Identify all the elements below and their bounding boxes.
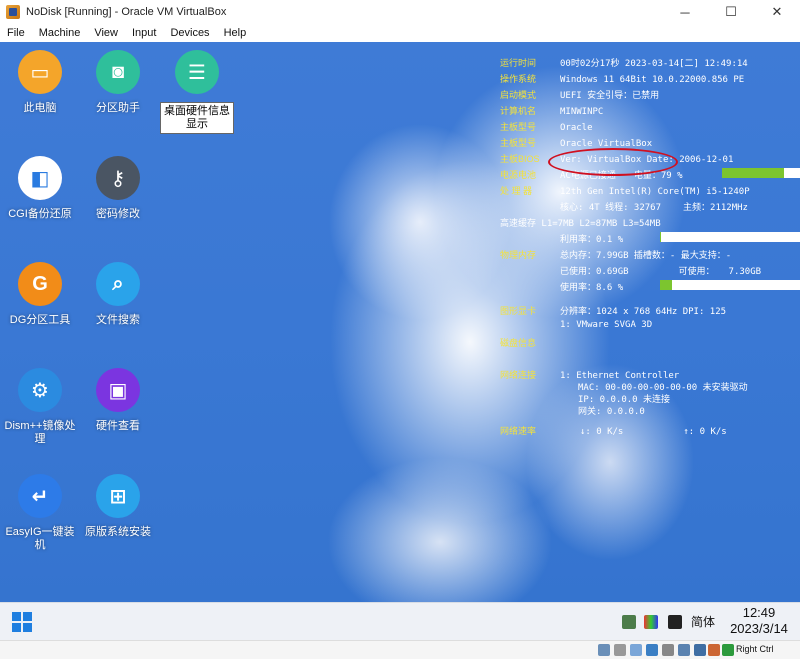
desktop-icon-label: 文件搜索 [96,314,140,326]
desktop-icon-label: EasyIG一键装机 [5,526,75,551]
desktop-icon-label: Dism++镜像处理 [4,420,76,445]
menu-devices[interactable]: Devices [163,27,216,39]
start-button[interactable] [12,612,32,632]
window-title: NoDisk [Running] - Oracle VM VirtualBox [26,6,227,18]
menu-file[interactable]: File [0,27,32,39]
info-motherboard: 主板型号 Oracle [500,122,593,133]
host-key-label: Right Ctrl [736,644,774,654]
windows-logo-icon [12,612,21,621]
windows-logo-icon: ⊞ [96,474,140,518]
virtualbox-app-icon [6,5,20,19]
minimize-button[interactable]: ─ [662,0,708,24]
tray-display-icon[interactable] [644,615,658,629]
info-memory-used: 已使用：0.69GB 可使用： 7.30GB [560,267,762,277]
desktop-icon-label: 原版系统安装 [85,526,151,538]
desktop-icon-password[interactable]: ⚷ 密码修改 [78,156,158,221]
close-button[interactable]: ✕ [754,0,800,24]
info-brand: 主板型号 Oracle VirtualBox [500,138,653,149]
red-annotation-circle [548,148,678,176]
info-memory: 物理内存 总内存：7.99GB 插槽数：- 最大支持：- [500,250,732,261]
recording-icon[interactable] [708,644,720,656]
desktop-icon-label: 分区助手 [96,102,140,114]
info-cores: 核心: 4T 线程: 32767 主频：2112MHz [560,203,748,213]
info-computer-name: 计算机名 MINWINPC [500,106,604,117]
desktop-icon-label: CGI备份还原 [8,208,72,220]
desktop-icon-label: DG分区工具 [9,314,71,326]
info-gpu: 图形显卡 分辨率：1024 x 768 64Hz DPI: 125 [500,306,727,317]
cpu-usage-bar [660,232,800,242]
key-icon: ⚷ [96,156,140,200]
gear-icon: ⚙ [18,368,62,412]
search-icon: ⌕ [96,262,140,306]
desktop-icon-label: 密码修改 [96,208,140,220]
menu-machine[interactable]: Machine [32,27,88,39]
menu-bar: File Machine View Input Devices Help [0,24,800,42]
desktop-icon-dg-partition[interactable]: G DG分区工具 [0,262,80,327]
menu-help[interactable]: Help [217,27,254,39]
memory-usage-bar-fill [660,280,673,290]
memory-usage-bar [660,280,800,290]
cgi-backup-icon: ◧ [18,156,62,200]
desktop-icon-label-selected: 桌面硬件信息显示 [160,102,234,134]
desktop-icon-partition-assistant[interactable]: ◙ 分区助手 [78,50,158,115]
display-icon[interactable] [694,644,706,656]
info-net-speed: 网络速率 ↓: 0 K/s ↑: 0 K/s [500,426,727,437]
tray-app-icon[interactable] [622,615,636,629]
info-cache: 高速缓存 L1=7MB L2=87MB L3=54MB [500,219,661,229]
vbox-status-bar: Right Ctrl [0,640,800,659]
hard-disk-icon[interactable] [598,644,610,656]
audio-icon[interactable] [630,644,642,656]
battery-bar [722,168,800,178]
dg-partition-icon: G [18,262,62,306]
desktop-icon-hardware-info[interactable]: ☰ 桌面硬件信息显示 [157,50,237,134]
info-runtime: 运行时间 00时02分17秒 2023-03-14[二] 12:49:14 [500,58,748,69]
desktop-icon-this-pc[interactable]: ▭ 此电脑 [0,50,80,115]
network-icon[interactable] [646,644,658,656]
info-gpu-name: 1: VMware SVGA 3D [560,320,653,330]
desktop-icon-cgi-backup[interactable]: ◧ CGI备份还原 [0,156,80,221]
desktop-icon-label: 此电脑 [23,102,57,114]
shared-folders-icon[interactable] [678,644,690,656]
clock-date: 2023/3/14 [730,621,788,636]
desktop-icon-easyig[interactable]: ↵ EasyIG一键装机 [0,474,80,552]
menu-view[interactable]: View [87,27,125,39]
list-icon: ☰ [175,50,219,94]
taskbar-clock[interactable]: 12:49 2023/3/14 [724,605,794,637]
info-memory-rate: 使用率：8.6 % [560,283,624,293]
guest-desktop: ▭ 此电脑 ◙ 分区助手 ☰ 桌面硬件信息显示 ◧ CGI备份还原 ⚷ 密码修改… [0,42,800,602]
cpu-activity-icon[interactable] [722,644,734,656]
enter-arrow-icon: ↵ [18,474,62,518]
menu-input[interactable]: Input [125,27,163,39]
info-boot: 启动模式 UEFI 安全引导：已禁用 [500,90,660,101]
info-disk: 磁盘信息 [500,338,537,348]
tray-speaker-icon[interactable] [668,615,682,629]
desktop-icon-hardware-view[interactable]: ▣ 硬件查看 [78,368,158,433]
this-pc-icon: ▭ [18,50,62,94]
ime-indicator[interactable]: 简体 [691,613,715,630]
cpu-usage-bar-fill [660,232,662,242]
info-gateway: 网关: 0.0.0.0 [578,407,645,417]
clock-time: 12:49 [742,605,776,620]
desktop-icon-label: 硬件查看 [96,420,140,432]
info-os: 操作系统 Windows 11 64Bit 10.0.22000.856 PE [500,74,745,85]
guest-taskbar: 简体 12:49 2023/3/14 [0,602,800,640]
partition-assistant-icon: ◙ [96,50,140,94]
optical-drive-icon[interactable] [614,644,626,656]
desktop-icon-file-search[interactable]: ⌕ 文件搜索 [78,262,158,327]
info-cpu-usage: 利用率：0.1 % [560,235,624,245]
battery-bar-fill [722,168,784,178]
desktop-icon-dism[interactable]: ⚙ Dism++镜像处理 [0,368,80,446]
window-titlebar: NoDisk [Running] - Oracle VM VirtualBox … [0,0,800,24]
desktop-icon-os-install[interactable]: ⊞ 原版系统安装 [78,474,158,539]
usb-icon[interactable] [662,644,674,656]
chip-icon: ▣ [96,368,140,412]
maximize-button[interactable]: ☐ [708,0,754,24]
info-cpu: 处 理 器 12th Gen Intel(R) Core(TM) i5-1240P [500,186,750,197]
